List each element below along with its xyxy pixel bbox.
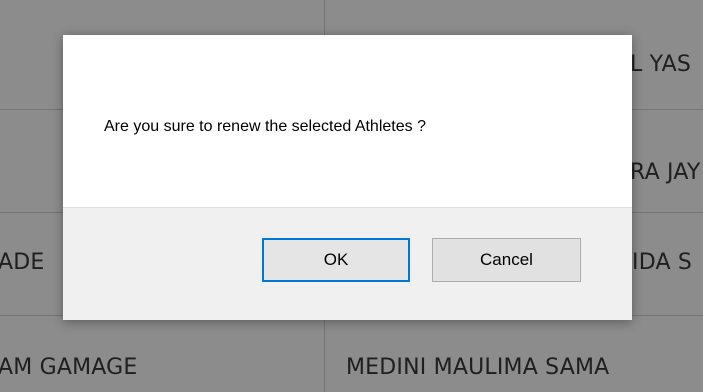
confirm-dialog: Are you sure to renew the selected Athle…: [63, 35, 632, 320]
cancel-button[interactable]: Cancel: [432, 238, 581, 282]
dialog-body: Are you sure to renew the selected Athle…: [63, 35, 632, 208]
dialog-message: Are you sure to renew the selected Athle…: [104, 118, 426, 135]
ok-button[interactable]: OK: [262, 238, 410, 282]
